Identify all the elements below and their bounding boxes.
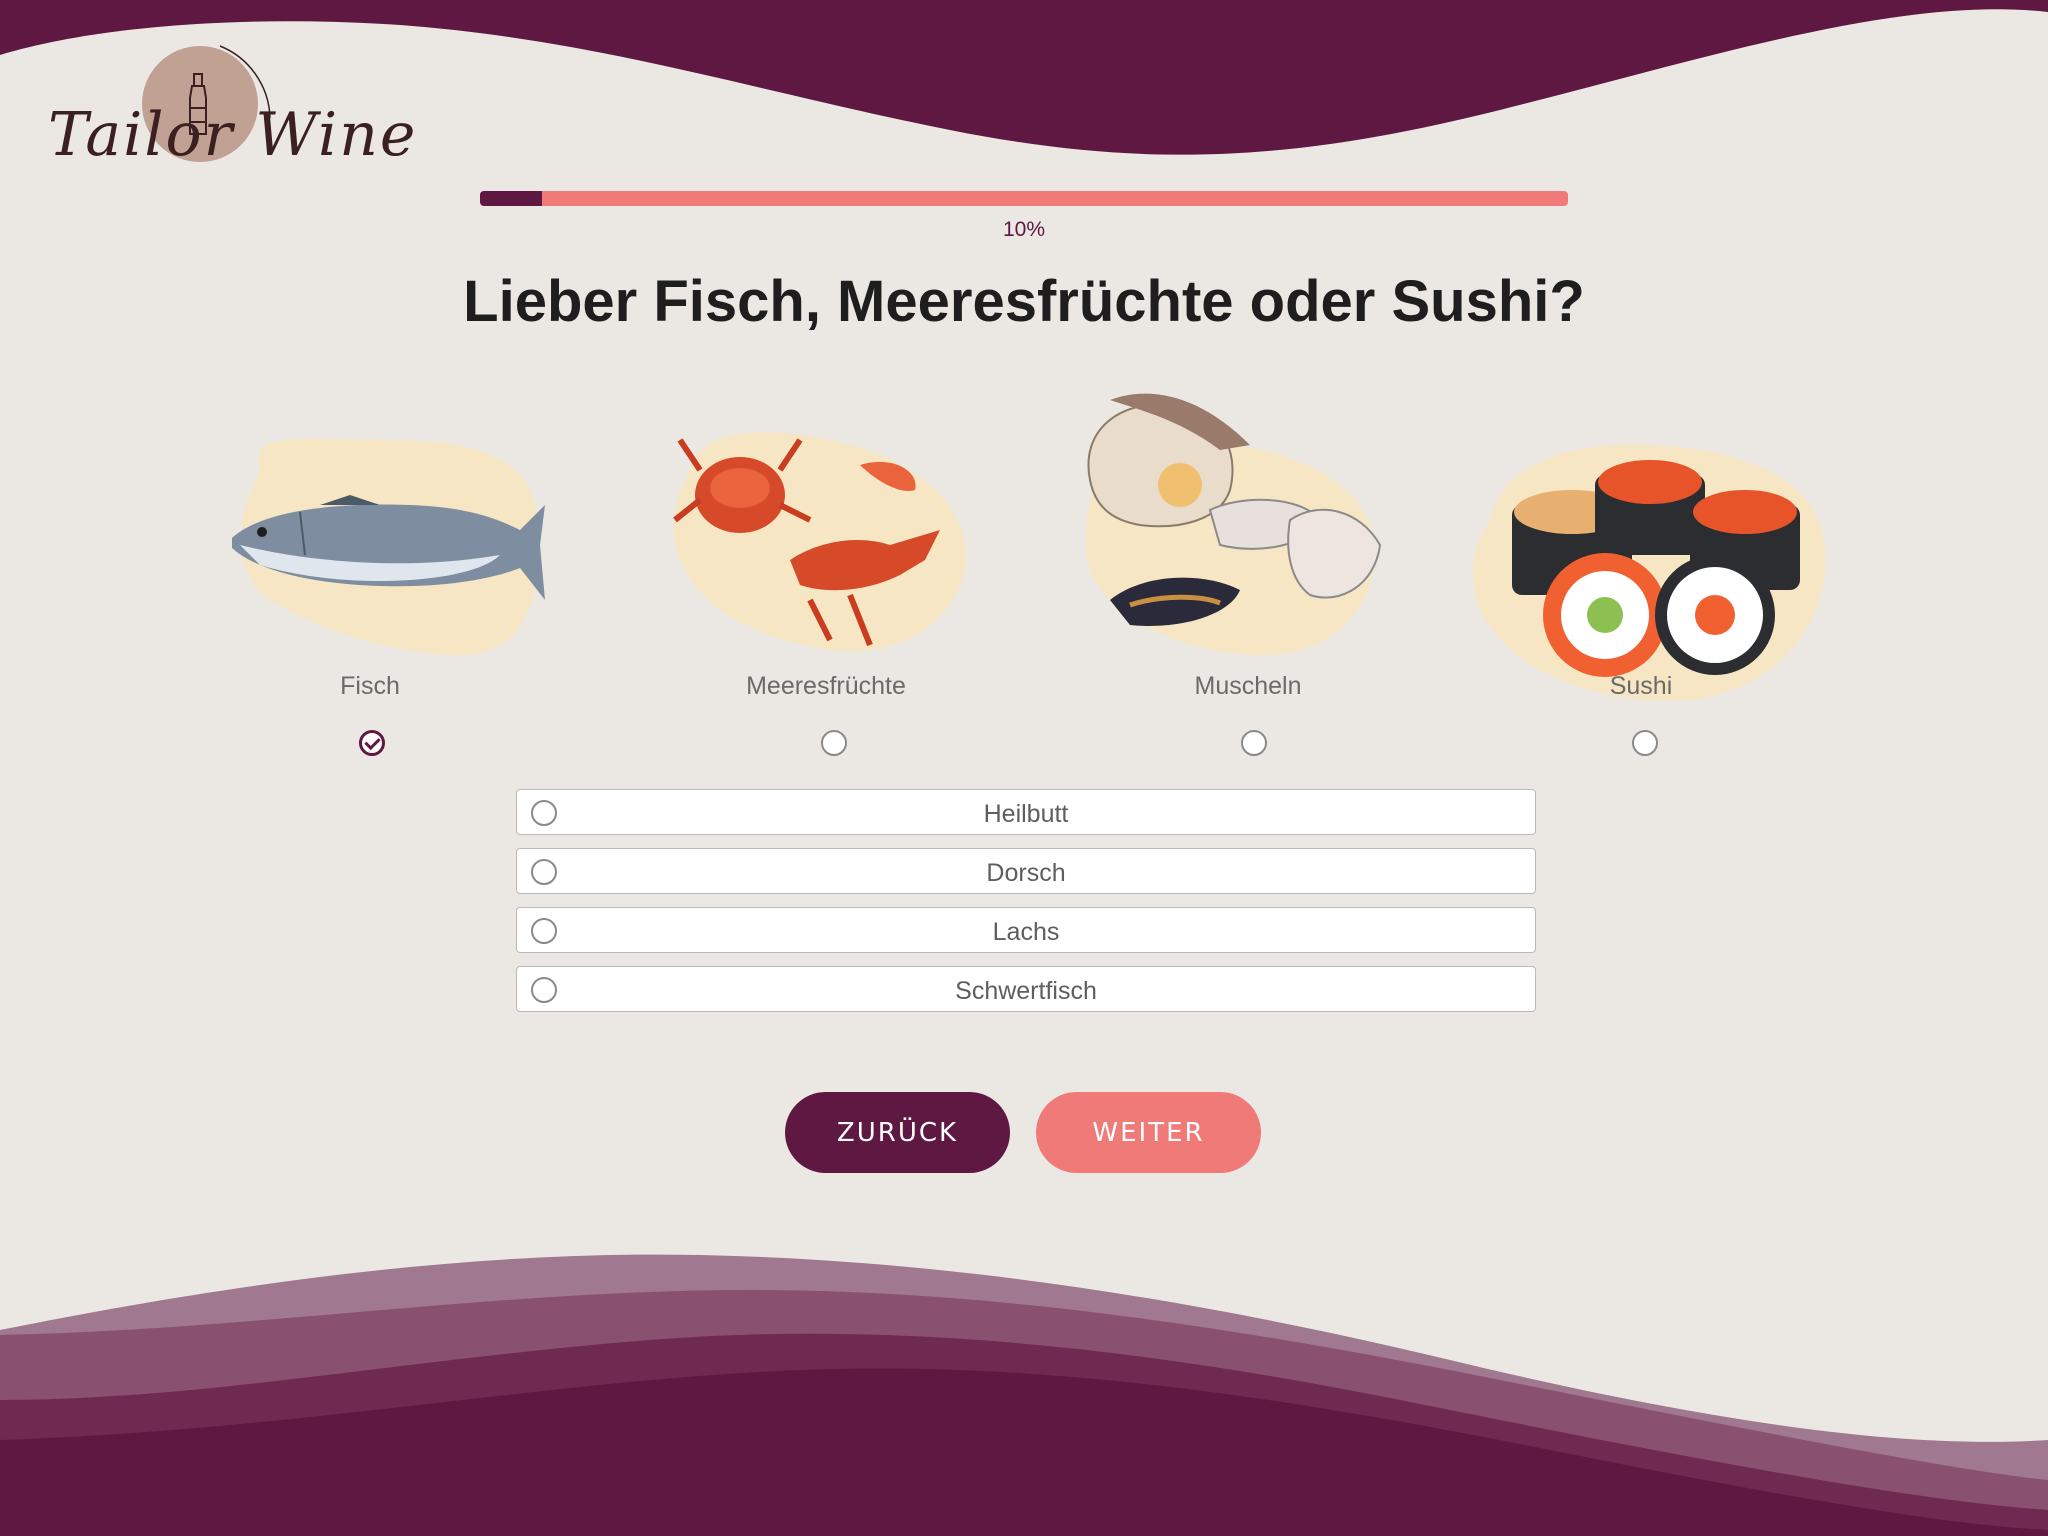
- sub-options-list: Heilbutt Dorsch Lachs Schwertfisch: [516, 789, 1536, 1025]
- option-label: Lachs: [992, 918, 1060, 946]
- option-dorsch[interactable]: Dorsch: [516, 848, 1536, 894]
- option-label: Schwertfisch: [955, 977, 1097, 1005]
- option-schwertfisch[interactable]: Schwertfisch: [516, 966, 1536, 1012]
- category-label: Sushi: [1609, 672, 1673, 700]
- option-heilbutt[interactable]: Heilbutt: [516, 789, 1536, 835]
- option-label: Heilbutt: [983, 800, 1069, 828]
- category-radio-sushi[interactable]: [1632, 730, 1658, 756]
- back-button[interactable]: ZURÜCK: [785, 1092, 1010, 1173]
- option-label: Dorsch: [986, 859, 1066, 887]
- option-lachs[interactable]: Lachs: [516, 907, 1536, 953]
- next-button[interactable]: WEITER: [1036, 1092, 1261, 1173]
